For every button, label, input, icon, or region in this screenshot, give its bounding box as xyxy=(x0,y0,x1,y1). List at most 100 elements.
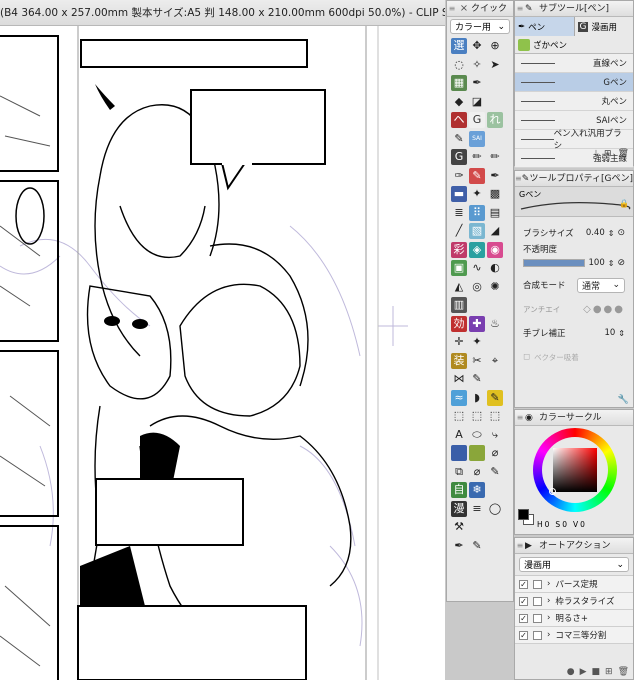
snow-icon[interactable]: ❄ xyxy=(469,482,485,498)
dialog-checkbox[interactable] xyxy=(533,596,542,606)
expand-arrow-icon[interactable]: › xyxy=(547,596,550,606)
pencil-icon[interactable]: ✏ xyxy=(487,149,503,165)
panel-grip-icon[interactable]: ≡ xyxy=(447,1,457,16)
frame-icon[interactable]: ⬚ xyxy=(487,408,503,424)
expand-arrow-icon[interactable]: › xyxy=(547,579,550,589)
eyedropper-icon[interactable]: ⌀ xyxy=(469,464,485,480)
move-tool-icon[interactable]: ✥ xyxy=(469,38,485,54)
trash-icon[interactable]: 🗑 xyxy=(618,667,629,677)
bow-icon[interactable]: ⋈ xyxy=(451,371,467,387)
lasso-tool-icon[interactable]: ◌ xyxy=(451,57,467,73)
panel-grip-icon[interactable]: ≡ xyxy=(515,171,522,186)
sparkle-icon[interactable]: ✚ xyxy=(469,315,485,332)
effect-icon[interactable]: 彩 xyxy=(451,241,467,258)
panel-grip-icon[interactable]: ≡ xyxy=(515,1,525,16)
color-swatch-icon[interactable]: ■ xyxy=(469,445,485,461)
expand-arrow-icon[interactable]: › xyxy=(547,613,550,623)
pin-icon[interactable]: ⌖ xyxy=(487,353,503,369)
stamp-icon[interactable]: ▬ xyxy=(451,186,467,202)
shape-icon[interactable]: ◐ xyxy=(487,260,503,276)
brush-item[interactable]: ペン入れ汎用ブラシ xyxy=(515,129,633,151)
wrench-icon[interactable]: 🔧 xyxy=(618,395,629,405)
opacity-value[interactable]: 100 xyxy=(589,258,605,268)
blend-mode-dropdown[interactable]: 通常 ⌄ xyxy=(577,277,625,293)
brush-item[interactable]: Gペン xyxy=(515,73,633,92)
brush-size-settings-icon[interactable]: ⊙ xyxy=(617,228,625,238)
creature-icon[interactable]: ✺ xyxy=(487,279,503,295)
droplet-icon[interactable]: ◗ xyxy=(469,390,485,406)
stack-icon[interactable]: ≡ xyxy=(469,501,485,517)
balloon-icon[interactable]: ⬭ xyxy=(469,427,485,443)
color-icon[interactable]: ◉ xyxy=(487,241,503,258)
brush-item[interactable]: 丸ペン xyxy=(515,92,633,111)
download-icon[interactable]: ⤓ xyxy=(594,149,598,165)
brush-icon[interactable]: ✒ xyxy=(487,168,503,184)
saturation-value-square[interactable] xyxy=(553,448,597,492)
panel-grip-icon[interactable]: ≡ xyxy=(515,410,525,425)
marker-icon[interactable]: ✑ xyxy=(451,168,467,184)
new-icon[interactable]: ⊞ xyxy=(604,149,612,165)
s-value[interactable]: 0 xyxy=(562,520,567,529)
pen-icon[interactable]: ✎ xyxy=(469,538,485,554)
pattern-icon[interactable]: ▩ xyxy=(487,186,503,202)
stabilization-value[interactable]: 10 xyxy=(604,328,615,338)
panel-grip-icon[interactable]: ≡ xyxy=(515,538,525,553)
wrench-icon[interactable]: ⚒ xyxy=(451,519,467,535)
enable-checkbox[interactable]: ✓ xyxy=(519,596,528,606)
dialog-checkbox[interactable] xyxy=(533,579,542,589)
quick-set-dropdown[interactable]: カラー用 ⌄ xyxy=(450,19,510,34)
tone-icon[interactable]: ▧ xyxy=(469,223,485,239)
opacity-slider[interactable] xyxy=(523,259,585,267)
decoration-icon[interactable]: 装 xyxy=(451,352,467,369)
water-icon[interactable]: ≈ xyxy=(451,389,467,406)
enable-checkbox[interactable]: ✓ xyxy=(519,630,528,640)
tone-icon[interactable]: ≣ xyxy=(451,205,467,221)
hatch-icon[interactable]: ▤ xyxy=(487,205,503,221)
dot-pattern-icon[interactable]: ⠿ xyxy=(469,204,485,221)
tab-pen[interactable]: ✒ ペン xyxy=(515,17,575,36)
auto-action-item[interactable]: ✓ › 明るさ+ xyxy=(515,610,633,627)
effect-icon[interactable]: 効 xyxy=(451,315,467,332)
h-value[interactable]: 0 xyxy=(545,520,550,529)
v-value[interactable]: 0 xyxy=(580,520,585,529)
color-pick-icon[interactable]: ▦ xyxy=(451,75,467,91)
red-pen-icon[interactable]: ✎ xyxy=(469,167,485,184)
checkbox[interactable]: ◻ xyxy=(523,352,530,362)
record-icon[interactable]: ● xyxy=(567,667,575,677)
trash-icon[interactable]: 🗑 xyxy=(618,149,629,165)
brush-size-value[interactable]: 0.40 xyxy=(586,228,605,238)
stepper-icon[interactable]: ⇕ xyxy=(618,329,625,338)
play-icon[interactable]: ▶ xyxy=(580,667,587,677)
fill-tool-icon[interactable]: ◪ xyxy=(469,94,485,110)
enable-checkbox[interactable]: ✓ xyxy=(519,579,528,589)
pencil-icon[interactable]: ✏ xyxy=(469,149,485,165)
new-icon[interactable]: ⊞ xyxy=(605,667,613,677)
pen-icon[interactable]: ✎ xyxy=(451,131,467,147)
stepper-icon[interactable]: ⇕ xyxy=(608,259,615,268)
opacity-settings-icon[interactable]: ⊘ xyxy=(617,258,625,268)
line-tool-icon[interactable]: ╱ xyxy=(451,223,467,239)
g-icon[interactable]: G xyxy=(451,149,467,165)
tab-manga[interactable]: G 漫画用 xyxy=(575,17,634,36)
manga-icon[interactable]: 漫 xyxy=(451,500,467,517)
star-icon[interactable]: ✦ xyxy=(469,334,485,350)
g-pen-icon[interactable]: G xyxy=(469,112,485,128)
color-swatch-icon[interactable]: ■ xyxy=(451,445,467,461)
pen-icon[interactable]: ✎ xyxy=(487,389,503,406)
zoom-tool-icon[interactable]: ⊕ xyxy=(487,38,503,54)
tail-icon[interactable]: ⤷ xyxy=(487,427,503,443)
dialog-checkbox[interactable] xyxy=(533,613,542,623)
bucket-icon[interactable]: ◭ xyxy=(451,279,467,295)
close-icon[interactable]: × xyxy=(457,1,471,16)
pen-icon[interactable]: ✎ xyxy=(487,464,503,480)
pen-tool-icon[interactable]: ✒ xyxy=(469,75,485,91)
frame-icon[interactable]: ⬚ xyxy=(469,408,485,424)
shape-icon[interactable]: れ xyxy=(487,112,503,128)
auto-action-set-dropdown[interactable]: 漫画用 ⌄ xyxy=(519,557,629,572)
tab-zaka[interactable]: ざかペン xyxy=(515,36,633,54)
eraser-icon[interactable]: ◆ xyxy=(451,94,467,110)
brush-item[interactable]: 直線ペン xyxy=(515,54,633,73)
magic-wand-icon[interactable]: ✧ xyxy=(469,57,485,73)
brush-icon[interactable]: ヘ xyxy=(451,112,467,128)
gradient-icon[interactable]: ▥ xyxy=(451,297,467,313)
